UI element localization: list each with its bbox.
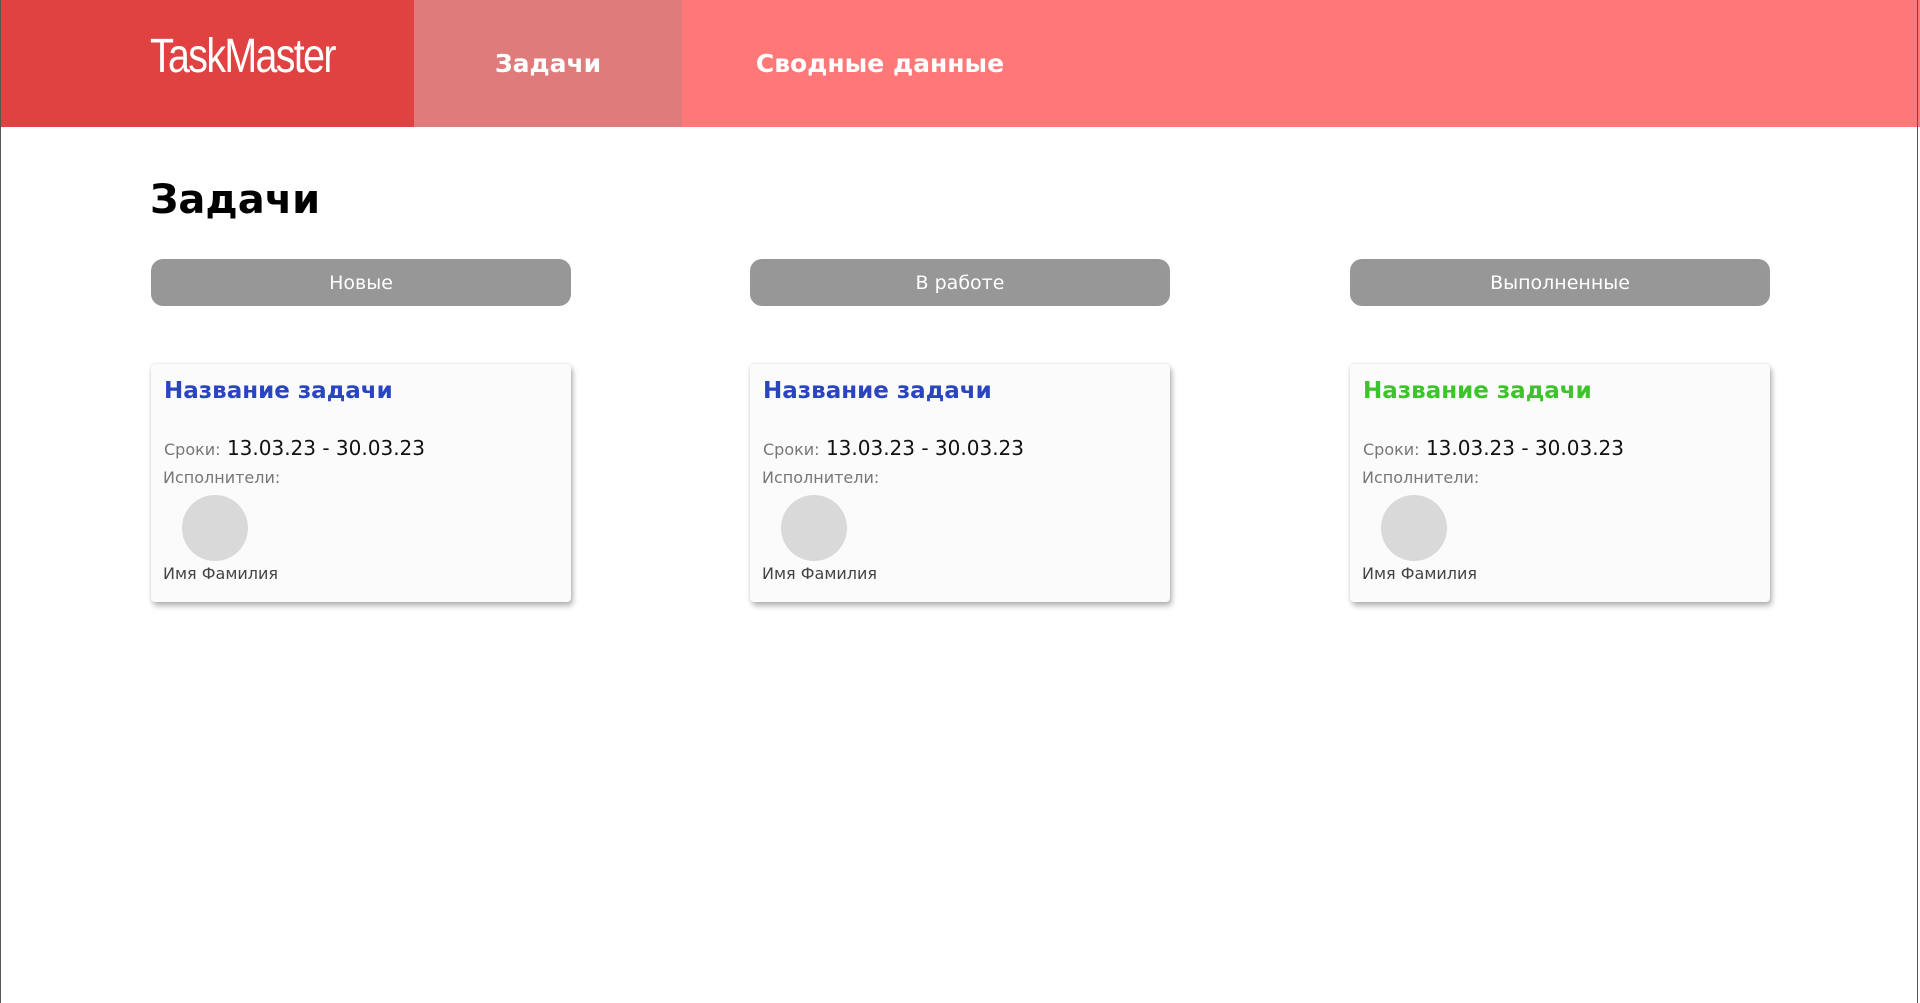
- task-dates: Сроки: 13.03.23 - 30.03.23: [763, 436, 1024, 460]
- task-dates: Сроки: 13.03.23 - 30.03.23: [164, 436, 425, 460]
- status-button-new[interactable]: Новые: [151, 259, 571, 306]
- assignee-name: Имя Фамилия: [163, 564, 279, 583]
- task-dates: Сроки: 13.03.23 - 30.03.23: [1363, 436, 1624, 460]
- assignee-name: Имя Фамилия: [1362, 564, 1478, 583]
- logo-block[interactable]: TaskMaster: [0, 0, 414, 127]
- task-card[interactable]: Название задачи Сроки: 13.03.23 - 30.03.…: [151, 364, 571, 602]
- dates-value: 13.03.23 - 30.03.23: [1425, 436, 1624, 460]
- tab-tasks[interactable]: Задачи: [414, 0, 682, 127]
- dates-value: 13.03.23 - 30.03.23: [226, 436, 425, 460]
- assignees-label: Исполнители:: [762, 468, 880, 487]
- tab-summary[interactable]: Сводные данные: [740, 0, 1020, 127]
- top-nav-bar: TaskMaster Задачи Сводные данные: [0, 0, 1920, 127]
- status-button-done[interactable]: Выполненные: [1350, 259, 1770, 306]
- task-title[interactable]: Название задачи: [1363, 378, 1592, 406]
- status-button-in-progress[interactable]: В работе: [750, 259, 1170, 306]
- task-title[interactable]: Название задачи: [763, 378, 992, 406]
- dates-label: Сроки:: [1363, 440, 1420, 459]
- task-card[interactable]: Название задачи Сроки: 13.03.23 - 30.03.…: [1350, 364, 1770, 602]
- assignee-name: Имя Фамилия: [762, 564, 878, 583]
- dates-label: Сроки:: [763, 440, 820, 459]
- assignees-label: Исполнители:: [163, 468, 281, 487]
- avatar: [1381, 495, 1447, 561]
- page-title: Задачи: [150, 177, 321, 223]
- dates-value: 13.03.23 - 30.03.23: [825, 436, 1024, 460]
- task-title[interactable]: Название задачи: [164, 378, 393, 406]
- app-logo[interactable]: TaskMaster: [150, 33, 336, 81]
- assignees-label: Исполнители:: [1362, 468, 1480, 487]
- avatar: [182, 495, 248, 561]
- avatar: [781, 495, 847, 561]
- task-card[interactable]: Название задачи Сроки: 13.03.23 - 30.03.…: [750, 364, 1170, 602]
- dates-label: Сроки:: [164, 440, 221, 459]
